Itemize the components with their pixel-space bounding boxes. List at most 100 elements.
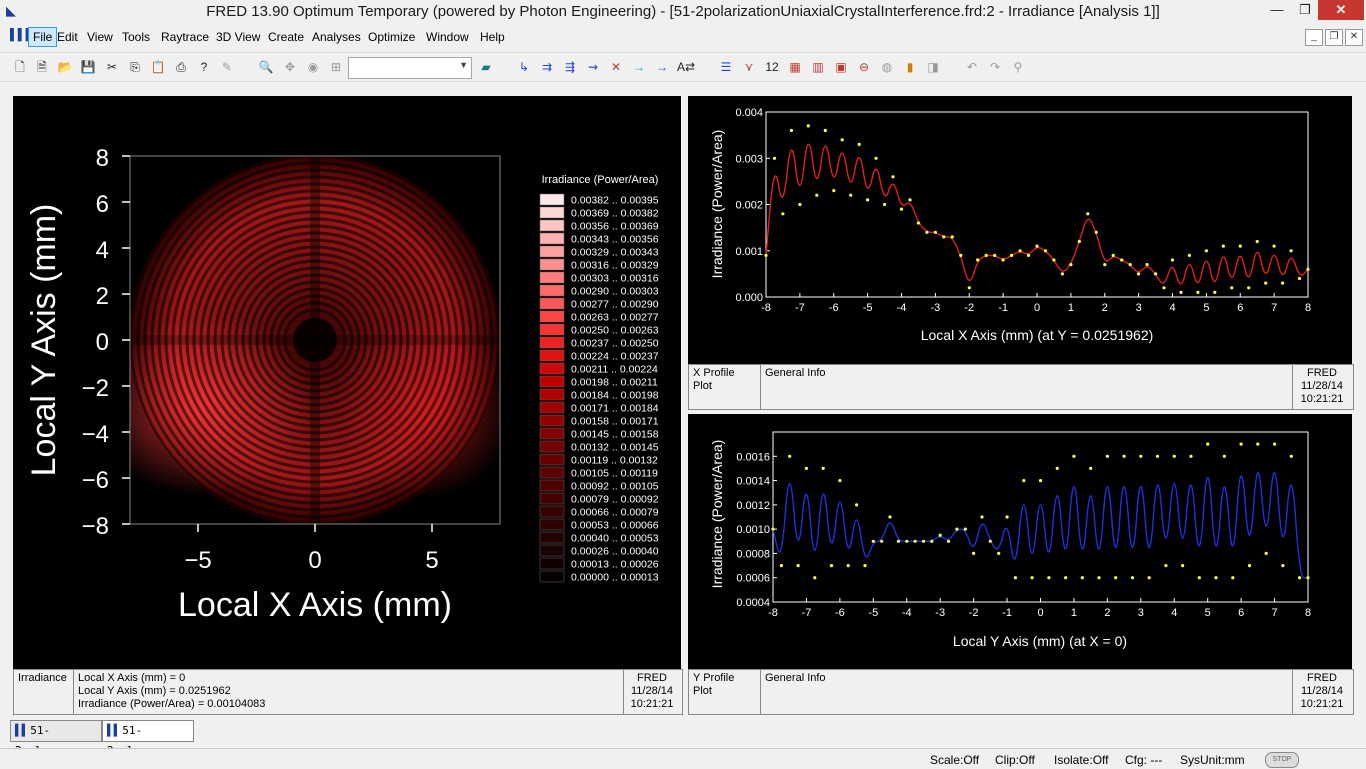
help-icon[interactable]: ? bbox=[196, 59, 212, 75]
redo-icon[interactable]: ↷ bbox=[987, 59, 1003, 75]
x-profile-plot-area bbox=[765, 111, 1309, 298]
menu-optimize[interactable]: Optimize bbox=[368, 30, 415, 44]
print-icon[interactable]: ⎙ bbox=[173, 59, 189, 75]
rotate-icon[interactable]: ◉ bbox=[305, 59, 321, 75]
mdi-restore-button[interactable]: ❐ bbox=[1325, 29, 1343, 46]
close-button[interactable]: ✕ bbox=[1318, 0, 1364, 20]
menu-create[interactable]: Create bbox=[268, 30, 304, 44]
legend-label: 0.00132 .. 0.00145 bbox=[571, 442, 659, 454]
trace-arrow-icon[interactable]: → bbox=[631, 59, 647, 75]
cut-icon[interactable]: ✂ bbox=[104, 59, 120, 75]
mdi-minimize-button[interactable]: _ bbox=[1305, 29, 1323, 46]
data-point bbox=[905, 539, 909, 543]
x-tick-label: -3 bbox=[935, 607, 945, 619]
menu-window[interactable]: Window bbox=[426, 30, 469, 44]
data-point bbox=[772, 156, 777, 160]
data-point bbox=[908, 198, 912, 202]
y-tick-label: 0 bbox=[96, 329, 109, 356]
legend-label: 0.00277 .. 0.00290 bbox=[571, 299, 659, 311]
mdi-close-button[interactable]: ✕ bbox=[1345, 29, 1363, 46]
y-tick-label: −4 bbox=[82, 421, 109, 448]
data-point bbox=[1206, 442, 1210, 446]
new-icon[interactable]: 🗋 bbox=[12, 59, 28, 75]
menu-analyses[interactable]: Analyses bbox=[312, 30, 361, 44]
legend-swatch bbox=[539, 492, 565, 505]
menu-tools[interactable]: Tools bbox=[122, 30, 150, 44]
maximize-button[interactable]: ❐ bbox=[1292, 0, 1318, 20]
y-profile-panel[interactable]: -8 -7 -6 -5 -4 -3 -2 -1 0 1 2 3 4 5 6 7 8 0.0004 0.0006 0.0… bbox=[688, 414, 1352, 669]
data-point bbox=[1005, 515, 1009, 519]
legend-label: 0.00263 .. 0.00277 bbox=[571, 312, 659, 324]
y-profile-x-label: Local Y Axis (mm) (at X = 0) bbox=[953, 633, 1127, 649]
menu-3d-view[interactable]: 3D View bbox=[216, 30, 260, 44]
stop-button[interactable]: STOP bbox=[1265, 752, 1299, 768]
advanced-trace-icon[interactable]: → bbox=[654, 59, 670, 75]
spectrum-icon[interactable]: ▥ bbox=[810, 59, 826, 75]
data-point bbox=[1069, 263, 1073, 267]
spot-icon[interactable]: ⋎ bbox=[741, 59, 757, 75]
legend-swatch bbox=[539, 479, 565, 492]
y-tick-label: 0.0012 bbox=[736, 500, 770, 512]
data-point bbox=[972, 551, 976, 555]
trace-selected-icon[interactable]: ⇉ bbox=[539, 59, 555, 75]
irradiance-plot-panel[interactable]: 8 6 4 2 0 −2 −4 −6 −8 −5 0 5 Local Y Axis (mm) Loc… bbox=[13, 96, 681, 669]
data-point bbox=[938, 533, 942, 537]
find-icon[interactable]: ⚲ bbox=[1010, 59, 1026, 75]
fit-icon[interactable]: ⊞ bbox=[328, 59, 344, 75]
data-point bbox=[1030, 576, 1034, 580]
document-icon: ▌▌ bbox=[107, 724, 121, 737]
irradiance-info-bar: Irradiance Local X Axis (mm) = 0 Local Y… bbox=[13, 669, 683, 715]
new-doc-icon[interactable]: 🗎 bbox=[34, 59, 50, 75]
data-point bbox=[925, 230, 929, 234]
undo-icon[interactable]: ↶ bbox=[964, 59, 980, 75]
legend-swatch bbox=[539, 453, 565, 466]
stamp-time: 10:21:21 bbox=[1300, 393, 1344, 405]
list-icon[interactable]: ☰ bbox=[718, 59, 734, 75]
trace-all-icon[interactable]: ↳ bbox=[516, 59, 532, 75]
minimize-button[interactable]: — bbox=[1262, 0, 1292, 20]
zoom-icon[interactable]: 🔍 bbox=[258, 59, 274, 75]
irradiance-icon[interactable]: ▦ bbox=[787, 59, 803, 75]
x-tick-label: -7 bbox=[802, 607, 812, 619]
data-point bbox=[1089, 466, 1093, 470]
eraser-icon[interactable]: ⊖ bbox=[856, 59, 872, 75]
copy-icon[interactable]: ⎘ bbox=[127, 59, 143, 75]
measure-icon[interactable]: ◨ bbox=[925, 59, 941, 75]
x-profile-panel[interactable]: -8 -7 -6 -5 -4 -3 -2 -1 0 1 2 3 4 5 6 7 8 0.000 0.001 0.002… bbox=[688, 96, 1352, 364]
x-tick-label: -4 bbox=[902, 607, 912, 619]
tab-document-1[interactable]: ▌▌51-2pola... bbox=[10, 720, 102, 757]
ray-text-icon[interactable]: A⇄ bbox=[677, 59, 695, 75]
data-point bbox=[1103, 263, 1107, 267]
tab-document-2[interactable]: ▌▌51-2pola... bbox=[102, 720, 194, 757]
x-tick-label: -6 bbox=[835, 607, 845, 619]
data-point bbox=[838, 479, 842, 483]
data-point bbox=[1196, 290, 1200, 294]
save-icon[interactable]: 💾 bbox=[80, 59, 96, 75]
menu-file[interactable]: File bbox=[28, 27, 58, 47]
color-icon[interactable]: ▣ bbox=[833, 59, 849, 75]
globe-icon[interactable]: ◍ bbox=[879, 59, 895, 75]
menu-edit[interactable]: Edit bbox=[57, 30, 78, 44]
open-icon[interactable]: 📂 bbox=[57, 59, 73, 75]
raytrace-icon[interactable]: ▰ bbox=[478, 59, 494, 75]
clear-rays-icon[interactable]: ✕ bbox=[608, 59, 624, 75]
pan-icon[interactable]: ✥ bbox=[282, 59, 298, 75]
data-point bbox=[1077, 239, 1081, 244]
data-point bbox=[1230, 286, 1234, 290]
menu-view[interactable]: View bbox=[87, 30, 113, 44]
paste-icon[interactable]: 📋 bbox=[150, 59, 166, 75]
edit-icon[interactable]: ✎ bbox=[219, 59, 235, 75]
data-point bbox=[1231, 576, 1235, 580]
x-tick-label: -5 bbox=[863, 302, 873, 314]
view-combo[interactable]: ▼ bbox=[348, 57, 472, 79]
menu-help[interactable]: Help bbox=[480, 30, 505, 44]
data-point bbox=[829, 564, 834, 568]
irradiance-legend: 0.00382 .. 0.003950.00369 .. 0.003820.00… bbox=[539, 193, 659, 584]
menu-raytrace[interactable]: Raytrace bbox=[161, 30, 209, 44]
data-point bbox=[1137, 272, 1141, 276]
palette-icon[interactable]: ▮ bbox=[902, 59, 918, 75]
trace-step-icon[interactable]: ⇝ bbox=[585, 59, 601, 75]
trace-sources-icon[interactable]: ⇶ bbox=[562, 59, 578, 75]
number-icon[interactable]: 12 bbox=[764, 59, 780, 75]
data-point bbox=[896, 539, 900, 543]
